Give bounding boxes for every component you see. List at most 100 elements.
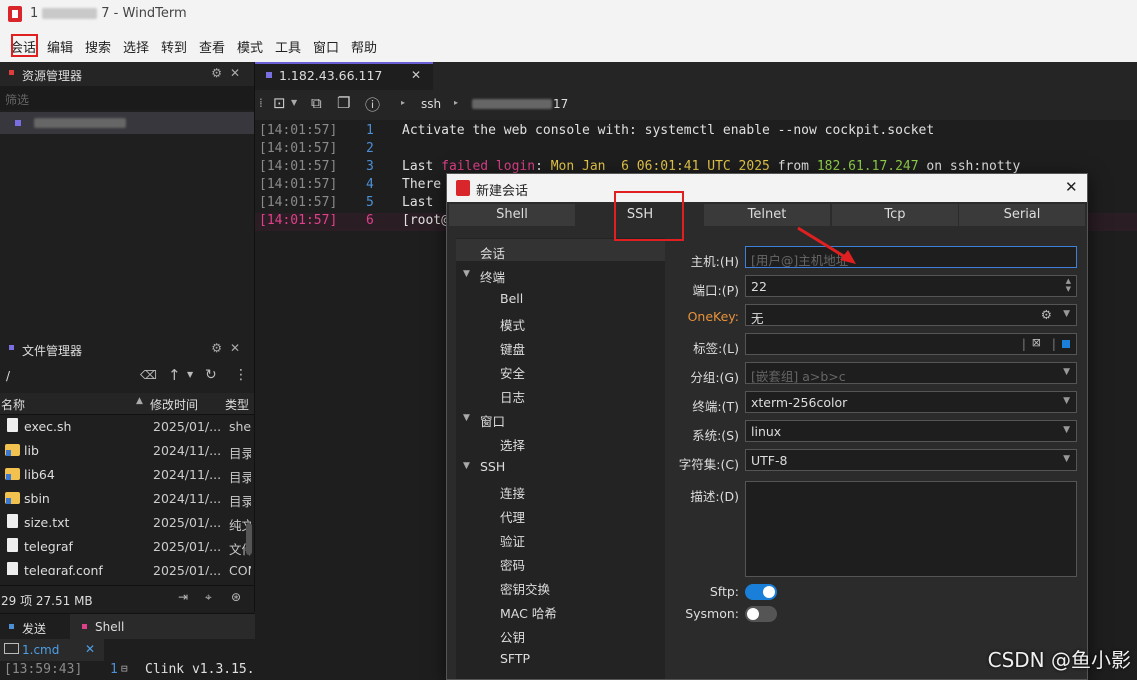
tree-expand-icon[interactable]: ▼ [463,269,470,279]
tree-item[interactable]: 终端 [480,267,505,286]
tree-item[interactable]: 选择 [500,435,525,454]
tree-expand-icon[interactable]: ▼ [463,461,470,471]
terminal-line-number: 5 [366,195,374,210]
file-row[interactable]: size.txt2025/01/...纯文 [0,511,254,535]
tag-input[interactable]: | ⊠ | [745,333,1077,355]
close-icon[interactable]: ✕ [1065,178,1078,196]
menu-mode[interactable]: 模式 [237,37,263,56]
col-name[interactable]: 名称 [1,396,25,413]
onekey-value: 无 [751,311,764,326]
system-select[interactable]: linux ▼ [745,420,1077,442]
terminal-tab[interactable]: 1.182.43.66.117 ✕ [255,62,433,90]
tree-item[interactable]: 键盘 [500,339,525,358]
menu-edit[interactable]: 编辑 [47,37,73,56]
tab-shell[interactable]: Shell [72,614,152,640]
file-row[interactable]: lib 2024/11/... 目录 [0,439,254,463]
sync-location-icon[interactable]: ⊛ [231,590,241,604]
terminal-line-time: [14:01:57] [259,195,338,210]
sysmon-toggle[interactable] [745,606,777,622]
description-textarea[interactable] [745,481,1077,577]
info-icon[interactable]: ⓘ [365,94,380,115]
clear-tag-icon[interactable]: ⊠ [1032,336,1041,349]
sftp-toggle[interactable] [745,584,777,600]
file-row[interactable]: sbin 2024/11/... 目录 [0,487,254,511]
tree-item[interactable]: 会话 [480,243,505,262]
explorer-filter-input[interactable]: 筛选 [0,86,254,110]
terminal-type-select[interactable]: xterm-256color ▼ [745,391,1077,413]
more-icon[interactable]: ⋮ [234,367,248,383]
panel-controls[interactable]: ⚙✕ [211,341,248,355]
file-modified: 2024/11/... [153,443,222,458]
tab-serial-protocol[interactable]: Serial [959,204,1085,226]
tree-item[interactable]: MAC 哈希 [500,603,557,622]
system-label: 系统:(S) [692,428,739,443]
port-spinbox[interactable]: 22 ▲ ▼ [745,275,1077,297]
bottom-term-time: [13:59:43] [4,662,83,677]
col-modified[interactable]: 修改时间 [150,396,198,413]
file-row[interactable]: exec.sh 2025/01/... she [0,415,254,439]
breadcrumb-host[interactable]: 17 [553,97,568,111]
duplicate-icon[interactable]: ⧉ [311,94,322,112]
tree-item[interactable]: SSH [480,459,505,474]
menu-help[interactable]: 帮助 [351,37,377,56]
color-swatch-icon[interactable] [1062,340,1070,348]
close-icon[interactable]: ✕ [411,68,421,82]
tree-item[interactable]: Bell [500,291,523,306]
tab-cmd[interactable]: 1.cmd ✕ [0,639,104,662]
tree-item[interactable]: 窗口 [480,411,505,430]
fold-icon[interactable]: ⊟ [121,662,128,675]
menu-view[interactable]: 查看 [199,37,225,56]
gear-icon[interactable]: ⚙ [1041,307,1052,322]
chevron-down-icon[interactable]: ▼ [1063,309,1070,319]
tab-send[interactable]: 发送 [0,614,70,640]
refresh-icon[interactable]: ↻ [205,367,217,383]
tab-label: Shell [496,207,528,222]
explorer-session-row[interactable] [0,112,254,134]
chevron-down-icon[interactable]: ▼ [1063,454,1070,464]
menu-select[interactable]: 选择 [123,37,149,56]
scrollbar-thumb[interactable] [246,523,252,555]
path-input[interactable]: / [6,369,10,383]
chevron-down-icon[interactable]: ▼ [1063,367,1070,377]
chevron-down-icon[interactable]: ▼ [1063,425,1070,435]
tree-item[interactable]: 密钥交换 [500,579,550,598]
tree-item[interactable]: 验证 [500,531,525,550]
tree-item[interactable]: 安全 [500,363,525,382]
file-row[interactable]: lib64 2024/11/... 目录 [0,463,254,487]
chevron-down-icon[interactable]: ▼ [291,98,297,107]
new-session-icon[interactable]: ⊡ [273,94,286,112]
panel-controls[interactable]: ⚙✕ [211,66,248,80]
close-icon[interactable]: ✕ [85,642,95,656]
menu-search[interactable]: 搜索 [85,37,111,56]
tree-item[interactable]: 公钥 [500,627,525,646]
col-type[interactable]: 类型 [225,396,253,413]
chevron-down-icon[interactable]: ▼ [1063,396,1070,406]
menu-window[interactable]: 窗口 [313,37,339,56]
upload-icon[interactable]: ⇥ [178,590,188,604]
tree-item[interactable]: 日志 [500,387,525,406]
tree-item[interactable]: 密码 [500,555,525,574]
file-name: exec.sh [24,419,72,434]
tab-shell-protocol[interactable]: Shell [449,204,575,226]
up-arrow-icon[interactable]: ↑ [168,366,181,384]
tree-item[interactable]: 模式 [500,315,525,334]
tree-expand-icon[interactable]: ▼ [463,413,470,423]
clear-path-icon[interactable]: ⌫ [140,368,157,382]
menu-tools[interactable]: 工具 [275,37,301,56]
breadcrumb-ssh[interactable]: ssh [421,97,441,111]
terminal-type-label: 终端:(T) [692,399,739,414]
tree-item[interactable]: 连接 [500,483,525,502]
onekey-select[interactable]: 无 ⚙ ▼ [745,304,1077,326]
chevron-down-icon[interactable]: ▼ [187,370,193,379]
file-row[interactable]: telegraf2025/01/...文件 [0,535,254,559]
location-icon[interactable]: ⌖ [205,590,212,605]
dialog-title-bar: 新建会话 ✕ [447,174,1087,202]
tree-item[interactable]: SFTP [500,651,530,666]
spin-arrows-icon[interactable]: ▲ ▼ [1066,277,1071,293]
tree-item[interactable]: 代理 [500,507,525,526]
menu-goto[interactable]: 转到 [161,37,187,56]
copy-icon[interactable]: ❐ [337,94,350,112]
file-row[interactable]: telegraf.conf 2025/01/... CON [0,559,254,575]
charset-select[interactable]: UTF-8 ▼ [745,449,1077,471]
group-select[interactable]: [嵌套组] a>b>c ▼ [745,362,1077,384]
